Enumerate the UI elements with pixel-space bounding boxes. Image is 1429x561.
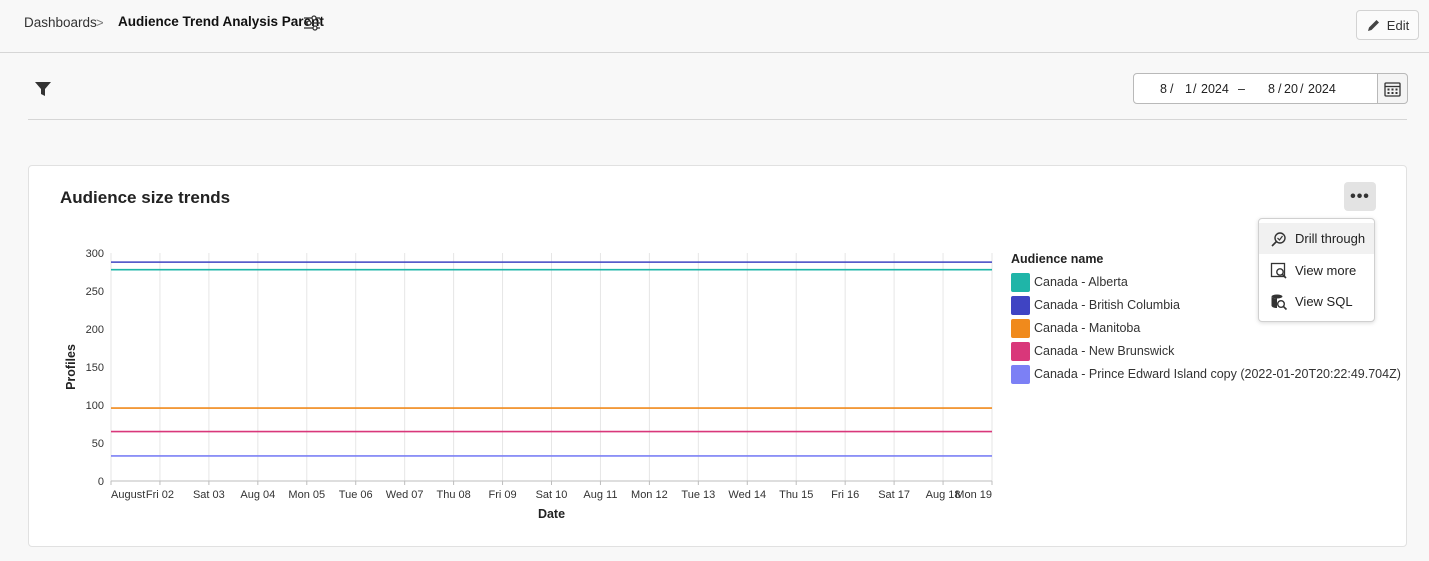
drill-through-icon [1271, 231, 1286, 247]
x-tick-label: Wed 07 [386, 489, 424, 501]
x-tick-label: Mon 05 [288, 489, 325, 501]
x-tick-label: Fri 16 [831, 489, 859, 501]
menu-item-label: View SQL [1295, 294, 1353, 309]
audience-trend-chart: 0 50 100 150 200 250 300 August Fri 02 Sat 03 Aug … [64, 248, 993, 521]
edit-button-label: Edit [1386, 17, 1410, 33]
legend-item[interactable]: Canada - Prince Edward Island copy (2022… [1011, 364, 1401, 384]
menu-item-label: Drill through [1295, 231, 1366, 246]
pencil-icon [1367, 19, 1379, 31]
start-day[interactable]: 1 [1185, 82, 1192, 96]
x-tick-label: Aug 04 [240, 489, 275, 501]
x-tick-label: Sat 17 [878, 489, 910, 501]
y-tick-label: 300 [86, 248, 104, 260]
end-month[interactable]: 8 [1268, 82, 1275, 96]
legend-label: Canada - British Columbia [1034, 298, 1180, 312]
legend-title: Audience name [1011, 252, 1104, 266]
menu-item-drill-through[interactable]: Drill through [1259, 223, 1374, 254]
card-actions-menu: Drill through View more View SQL [1258, 218, 1375, 322]
legend-item[interactable]: Canada - Manitoba [1011, 318, 1140, 338]
x-tick-label: Sat 03 [193, 489, 225, 501]
y-tick-label: 150 [86, 362, 104, 374]
x-tick-label: Sat 10 [536, 489, 568, 501]
legend-label: Canada - Alberta [1034, 275, 1128, 289]
legend-swatch [1011, 364, 1030, 384]
end-year[interactable]: 2024 [1308, 82, 1336, 96]
x-axis-label: Date [538, 507, 565, 521]
view-sql-icon [1271, 294, 1288, 310]
more-actions-button[interactable]: ••• [1344, 182, 1376, 211]
legend-label: Canada - Prince Edward Island copy (2022… [1034, 367, 1401, 381]
x-tick-label: Thu 15 [779, 489, 813, 501]
legend-swatch [1011, 295, 1030, 315]
x-tick-label: Fri 02 [146, 489, 174, 501]
y-tick-label: 250 [86, 286, 104, 298]
breadcrumb-dashboards[interactable]: Dashboards [24, 15, 97, 30]
end-day[interactable]: 20 [1284, 82, 1298, 96]
legend-label: Canada - New Brunswick [1034, 344, 1175, 358]
calendar-icon [1384, 81, 1401, 97]
x-tick-label: Mon 12 [631, 489, 668, 501]
y-axis-label: Profiles [64, 344, 78, 390]
legend-swatch [1011, 341, 1030, 361]
calendar-button[interactable] [1377, 73, 1408, 104]
x-tick-label: Wed 14 [728, 489, 766, 501]
menu-item-view-sql[interactable]: View SQL [1259, 286, 1374, 317]
x-tick-label: August [111, 489, 145, 501]
filter-divider [28, 119, 1407, 120]
x-tick-label: Fri 09 [488, 489, 516, 501]
breadcrumb-separator: > [96, 15, 104, 30]
legend-item[interactable]: Canada - British Columbia [1011, 295, 1180, 315]
page-title: Audience Trend Analysis Parent [118, 14, 324, 29]
start-month[interactable]: 8 [1160, 82, 1167, 96]
filter-icon[interactable] [34, 80, 52, 98]
x-tick-label: Mon 19 [955, 489, 992, 501]
card-title: Audience size trends [60, 188, 231, 207]
y-tick-label: 100 [86, 400, 104, 412]
legend-item[interactable]: Canada - New Brunswick [1011, 341, 1174, 361]
legend-label: Canada - Manitoba [1034, 321, 1141, 335]
legend-swatch [1011, 318, 1030, 338]
start-year[interactable]: 2024 [1201, 82, 1229, 96]
date-range-separator: – [1238, 82, 1245, 96]
x-tick-label: Tue 13 [681, 489, 715, 501]
y-tick-label: 0 [98, 476, 104, 488]
legend-item[interactable]: Canada - Alberta [1011, 272, 1128, 292]
top-bar: Dashboards > Audience Trend Analysis Par… [0, 0, 1429, 53]
view-more-icon [1270, 262, 1287, 279]
x-tick-label: Tue 06 [339, 489, 373, 501]
x-tick-label: Aug 11 [583, 489, 617, 501]
y-tick-label: 200 [86, 324, 104, 336]
x-tick-label: Thu 08 [436, 489, 470, 501]
legend-swatch [1011, 272, 1030, 292]
settings-sliders-icon[interactable] [303, 14, 321, 32]
date-range-picker[interactable]: 8 / 1 / 2024 – 8 / 20 / 2024 [1133, 73, 1408, 104]
y-tick-label: 50 [92, 438, 104, 450]
edit-button[interactable]: Edit [1356, 10, 1419, 40]
menu-item-view-more[interactable]: View more [1259, 255, 1374, 286]
menu-item-label: View more [1295, 263, 1357, 278]
